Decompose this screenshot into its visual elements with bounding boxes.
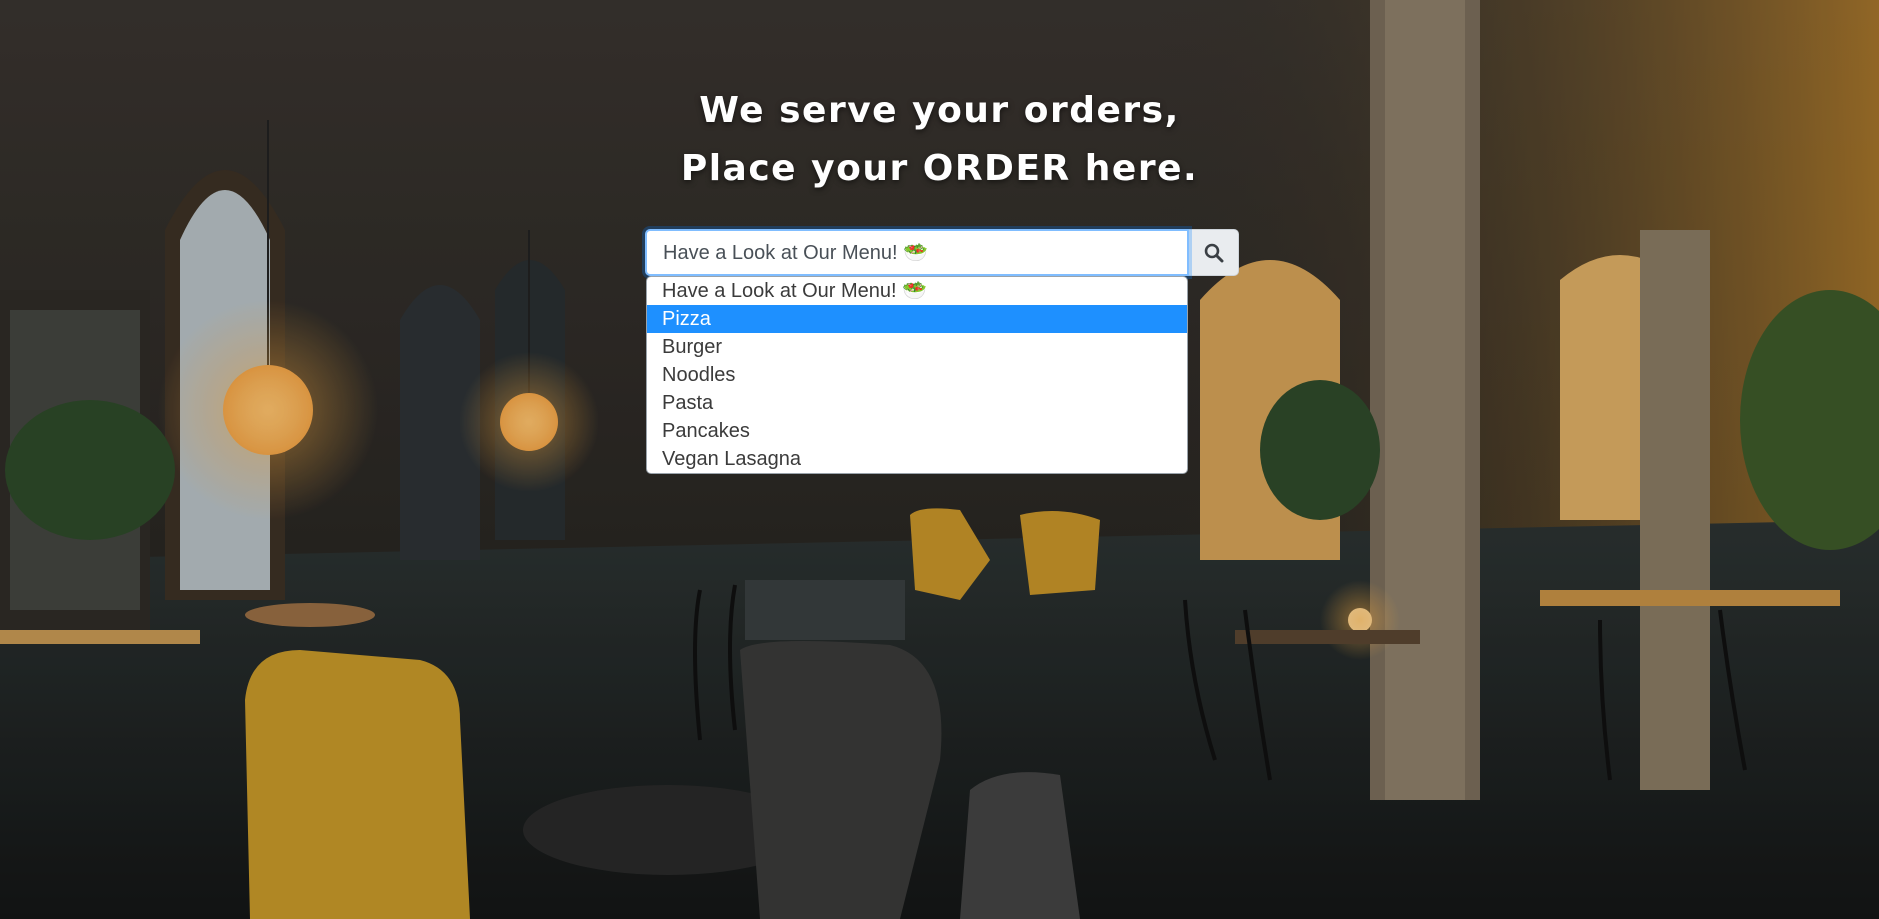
menu-select-value: Have a Look at Our Menu! 🥗 xyxy=(663,242,929,264)
menu-option[interactable]: Noodles xyxy=(647,361,1187,389)
menu-option-highlighted[interactable]: Pizza xyxy=(647,305,1187,333)
menu-option[interactable]: Have a Look at Our Menu! 🥗 xyxy=(647,277,1187,305)
menu-option[interactable]: Pancakes xyxy=(647,417,1187,445)
menu-option[interactable]: Burger xyxy=(647,333,1187,361)
search-button[interactable] xyxy=(1189,229,1239,276)
menu-search-group: Have a Look at Our Menu! 🥗 xyxy=(645,229,1239,276)
hero-heading-line-2: Place your ORDER here. xyxy=(680,148,1199,190)
hero-heading: We serve your orders, Place your ORDER h… xyxy=(0,82,1879,198)
menu-dropdown-list: Have a Look at Our Menu! 🥗 Pizza Burger … xyxy=(646,276,1188,474)
menu-option[interactable]: Vegan Lasagna xyxy=(647,445,1187,473)
hero-heading-line-1: We serve your orders, xyxy=(699,90,1180,132)
page: We serve your orders, Place your ORDER h… xyxy=(0,0,1879,919)
search-icon xyxy=(1204,243,1223,262)
menu-select[interactable]: Have a Look at Our Menu! 🥗 xyxy=(645,229,1189,276)
menu-option[interactable]: Pasta xyxy=(647,389,1187,417)
